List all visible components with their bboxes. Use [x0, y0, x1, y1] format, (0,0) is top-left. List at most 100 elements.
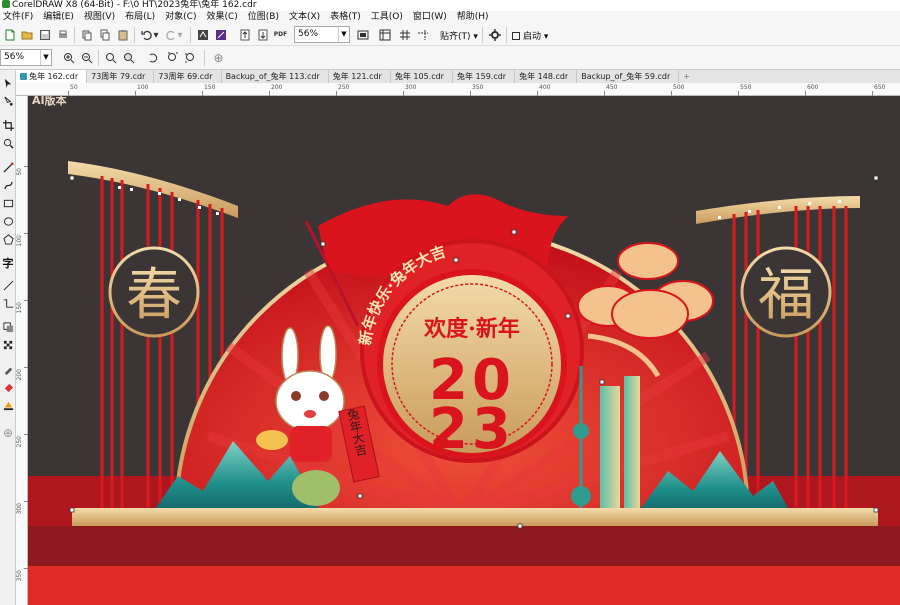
menu-view[interactable]: 视图(V) — [81, 11, 122, 24]
app-icon — [2, 0, 10, 8]
open-icon[interactable] — [20, 28, 33, 41]
menu-window[interactable]: 窗口(W) — [410, 11, 454, 24]
drop-shadow-tool-icon[interactable] — [1, 320, 15, 334]
print-icon[interactable] — [56, 28, 69, 41]
menu-bitmaps[interactable]: 位图(B) — [245, 11, 286, 24]
launch-label: 启动 — [523, 32, 542, 42]
snap-to-button[interactable]: 贴齐(T) ▾ — [440, 29, 478, 42]
stage-front — [28, 566, 900, 605]
document-tab[interactable]: 兔年 159.cdr — [453, 70, 516, 83]
zoom-page-icon[interactable] — [146, 51, 159, 64]
pick-tool-icon[interactable] — [1, 76, 15, 90]
polygon-tool-icon[interactable] — [1, 232, 15, 246]
zoom-level-combo[interactable]: 56% ▼ — [294, 26, 350, 43]
toolbar-separator — [190, 27, 191, 43]
zoom-all-icon[interactable] — [122, 51, 135, 64]
chevron-down-icon[interactable]: ▼ — [338, 27, 349, 42]
document-tab[interactable]: 73周年 69.cdr — [154, 70, 222, 83]
chevron-down-icon[interactable]: ▼ — [40, 50, 51, 65]
artwork[interactable]: 春 福 新年快乐·兔年大吉 欢度·新年 20 23 兔年大吉 — [28, 96, 900, 605]
zoom-in-icon[interactable] — [62, 51, 75, 64]
export-up-icon[interactable] — [256, 28, 269, 41]
full-screen-icon[interactable] — [356, 28, 369, 41]
interactive-fill-tool-icon[interactable] — [1, 380, 15, 394]
menu-file[interactable]: 文件(F) — [0, 11, 40, 24]
stage-base — [28, 526, 900, 566]
snap-to-label: 贴齐(T) — [440, 32, 471, 42]
launch-icon — [512, 32, 520, 40]
property-zoom-combo[interactable]: 56% ▼ — [0, 49, 52, 66]
property-zoom-value: 56% — [4, 52, 25, 62]
eyedropper-tool-icon[interactable] — [1, 362, 15, 376]
property-bar: 56% ▼ ⊕ — [0, 46, 900, 70]
zoom-tool-icon[interactable] — [1, 136, 15, 150]
add-icon[interactable]: ⊕ — [212, 51, 225, 65]
year-bottom: 23 — [429, 397, 515, 462]
document-tab[interactable]: 兔年 121.cdr — [329, 70, 391, 83]
artistic-media-tool-icon[interactable] — [1, 178, 15, 192]
gear-icon[interactable] — [488, 28, 501, 41]
shape-tool-icon[interactable] — [1, 94, 15, 108]
city-towers — [571, 366, 640, 526]
guidelines-icon[interactable] — [416, 28, 429, 41]
zoom-height-icon[interactable] — [184, 51, 197, 64]
horizontal-ruler[interactable]: 50 100 150 200 250 300 350 400 450 500 5… — [16, 83, 900, 96]
corner-label: AI版本 — [32, 96, 67, 107]
transparency-tool-icon[interactable] — [1, 338, 15, 352]
menu-help[interactable]: 帮助(H) — [454, 11, 496, 24]
menu-edit[interactable]: 编辑(E) — [40, 11, 81, 24]
publish-pdf-icon[interactable]: PDF — [274, 28, 287, 41]
document-tab[interactable]: 兔年 105.cdr — [391, 70, 453, 83]
toolbar-separator — [482, 27, 483, 43]
menu-layout[interactable]: 布局(L) — [122, 11, 162, 24]
redo-dropdown-icon[interactable]: ▾ — [176, 29, 184, 42]
document-icon — [20, 73, 27, 80]
document-tab[interactable]: 兔年 148.cdr — [515, 70, 578, 83]
rulers-icon[interactable] — [378, 28, 391, 41]
gold-stage-strip — [72, 508, 878, 526]
text-tool-icon[interactable]: 字 — [1, 256, 15, 270]
zoom-width-icon[interactable] — [166, 51, 179, 64]
search-content-icon[interactable] — [196, 28, 209, 41]
toolbox: 字 ⊕ — [0, 70, 16, 605]
add-tool-icon[interactable]: ⊕ — [1, 426, 15, 440]
toolbar-separator — [204, 50, 205, 66]
vertical-ruler[interactable]: 50 100 150 200 250 300 350 — [16, 96, 28, 605]
drawing-canvas[interactable]: AI版本 春 福 新年快乐·兔年大吉 欢度·新年 20 23 兔年大吉 — [28, 96, 900, 605]
ellipse-tool-icon[interactable] — [1, 214, 15, 228]
document-tab[interactable]: 73周年 79.cdr — [87, 70, 155, 83]
rectangle-tool-icon[interactable] — [1, 196, 15, 210]
new-document-icon[interactable] — [3, 28, 16, 41]
right-character: 福 — [758, 263, 814, 328]
document-tab[interactable]: 兔年 162.cdr — [16, 70, 88, 83]
menu-tools[interactable]: 工具(O) — [368, 11, 410, 24]
crop-tool-icon[interactable] — [1, 118, 15, 132]
launch-button[interactable]: 启动 ▾ — [512, 29, 548, 42]
grid-icon[interactable] — [398, 28, 411, 41]
menu-bar: 文件(F) 编辑(E) 视图(V) 布局(L) 对象(C) 效果(C) 位图(B… — [0, 11, 900, 24]
headline: 欢度·新年 — [423, 316, 520, 342]
export-icon[interactable] — [238, 28, 251, 41]
menu-table[interactable]: 表格(T) — [327, 11, 368, 24]
document-tab[interactable]: Backup_of_兔年 59.cdr — [577, 70, 680, 83]
menu-text[interactable]: 文本(X) — [286, 11, 327, 24]
smart-fill-tool-icon[interactable] — [1, 398, 15, 412]
zoom-selected-icon[interactable] — [104, 51, 117, 64]
save-icon[interactable] — [38, 28, 51, 41]
zoom-out-icon[interactable] — [80, 51, 93, 64]
cut-icon[interactable] — [80, 28, 93, 41]
window-title: CorelDRAW X8 (64-Bit) - F:\0 HT\2023兔年\兔… — [12, 0, 257, 10]
new-tab-plus-icon[interactable]: + — [679, 70, 698, 83]
toolbar-separator — [506, 27, 507, 43]
import-icon[interactable] — [214, 28, 227, 41]
copy-icon[interactable] — [98, 28, 111, 41]
auspicious-cloud — [577, 242, 714, 339]
connector-tool-icon[interactable] — [1, 296, 15, 310]
document-tab[interactable]: Backup_of_兔年 113.cdr — [222, 70, 329, 83]
paste-icon[interactable] — [116, 28, 129, 41]
parallel-dimension-tool-icon[interactable] — [1, 278, 15, 292]
freehand-tool-icon[interactable] — [1, 160, 15, 174]
undo-dropdown-icon[interactable]: ▾ — [152, 29, 160, 42]
menu-object[interactable]: 对象(C) — [162, 11, 203, 24]
menu-effects[interactable]: 效果(C) — [203, 11, 244, 24]
